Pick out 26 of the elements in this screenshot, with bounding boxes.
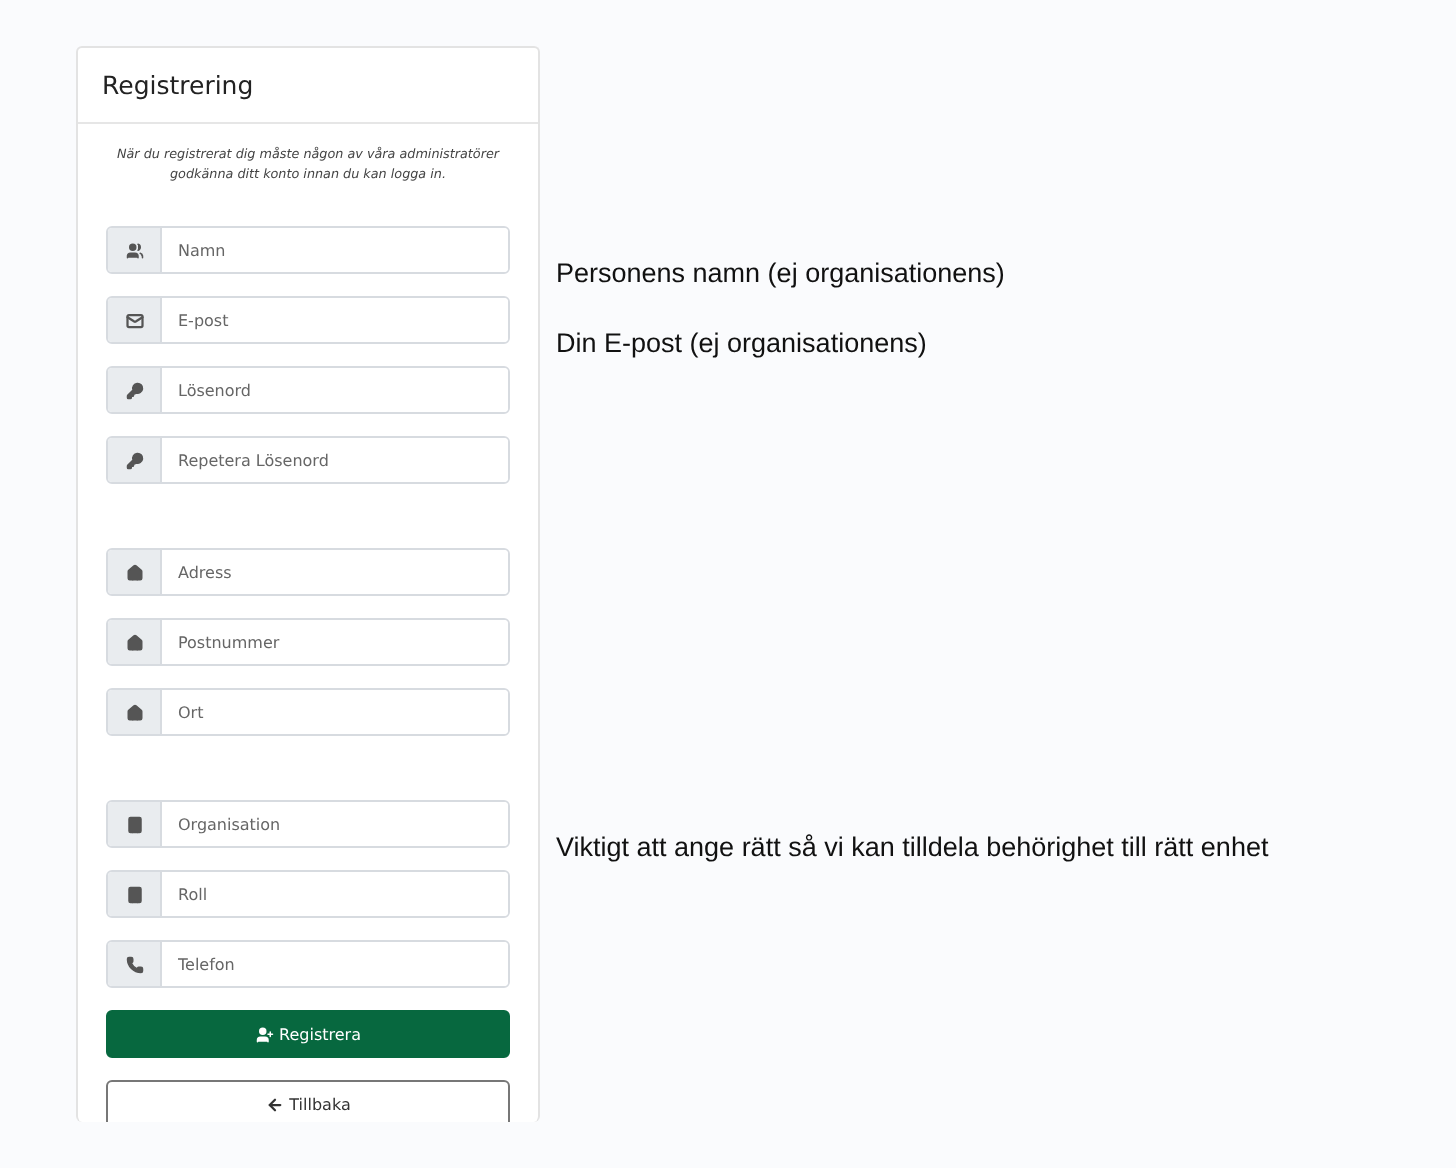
input-field[interactable]: Namn — [106, 226, 510, 274]
back-button[interactable]: Tillbaka — [106, 1080, 510, 1122]
input-field[interactable]: Lösenord — [106, 366, 510, 414]
users-icon — [125, 241, 143, 259]
input-field[interactable]: Postnummer — [106, 618, 510, 666]
field-hint: Viktigt att ange rätt så vi kan tilldela behörighet till rätt enhet — [556, 831, 1269, 861]
input-field[interactable]: Organisation — [106, 800, 510, 848]
arrow-left-icon — [265, 1095, 284, 1113]
home-icon — [125, 563, 143, 581]
home-icon — [125, 633, 143, 651]
field-hint: Personens namn (ej organisationens) — [556, 257, 1005, 287]
input-field[interactable]: Ort — [106, 688, 510, 736]
field-hint: Din E-post (ej organisationens) — [556, 327, 927, 357]
mail-icon — [125, 311, 143, 329]
home-icon — [125, 703, 143, 721]
input-field[interactable]: Adress — [106, 548, 510, 596]
key-icon — [125, 451, 143, 469]
input-field[interactable]: Roll — [106, 870, 510, 918]
user-plus-icon — [255, 1025, 274, 1043]
phone-icon — [125, 955, 143, 973]
input-field[interactable]: Telefon — [106, 940, 510, 988]
register-button[interactable]: Registrera — [106, 1010, 510, 1058]
key-icon — [125, 381, 143, 399]
input-field[interactable]: E-post — [106, 296, 510, 344]
input-field[interactable]: Repetera Lösenord — [106, 436, 510, 484]
card-title: Registrering — [78, 48, 538, 124]
